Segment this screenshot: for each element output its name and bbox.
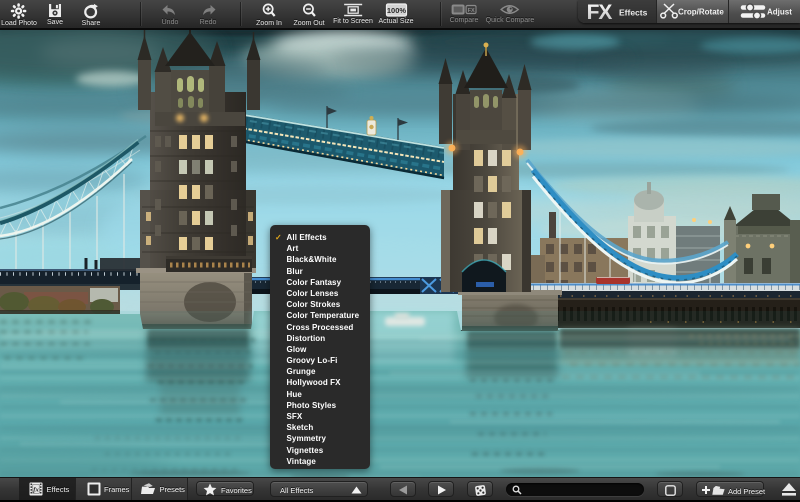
svg-text:Crop/Rotate: Crop/Rotate	[678, 8, 724, 17]
svg-text:FX: FX	[468, 8, 475, 14]
svg-text:fx: fx	[33, 487, 39, 494]
svg-text:FX: FX	[587, 1, 613, 23]
svg-text:Adjust: Adjust	[767, 8, 792, 17]
svg-text:Effects: Effects	[619, 8, 648, 18]
svg-text:100%: 100%	[386, 6, 406, 15]
